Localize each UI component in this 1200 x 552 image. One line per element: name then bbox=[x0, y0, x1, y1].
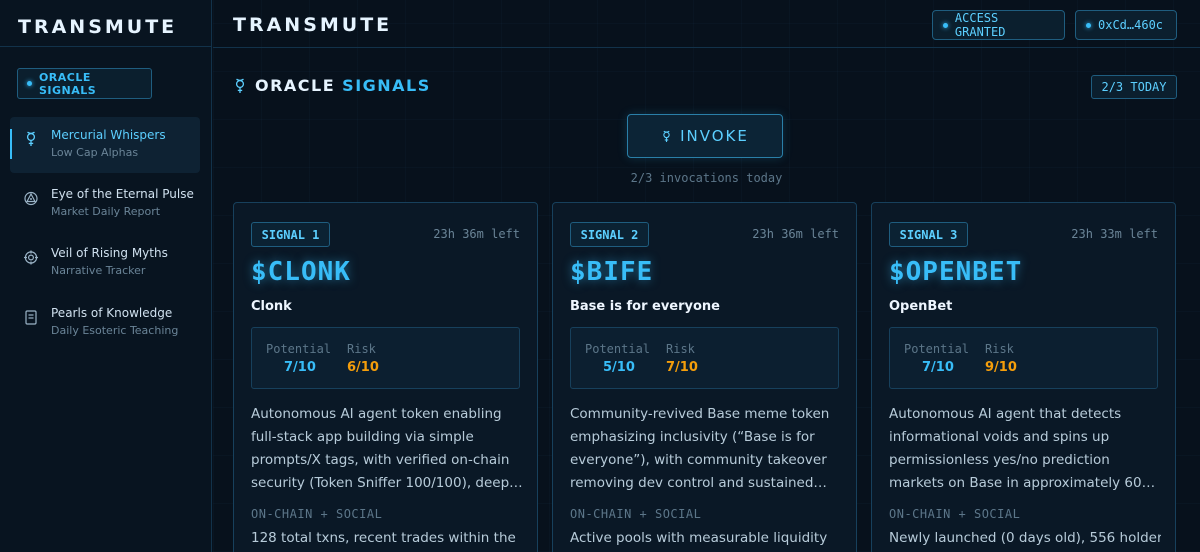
risk-value: 7/10 bbox=[666, 360, 698, 375]
access-granted-badge[interactable]: ACCESS GRANTED bbox=[932, 10, 1065, 40]
risk-label: Risk bbox=[985, 342, 1014, 356]
signal-badge: SIGNAL 2 bbox=[570, 222, 649, 247]
data-source: ON-CHAIN + SOCIAL bbox=[251, 507, 383, 521]
risk-value: 9/10 bbox=[985, 360, 1017, 375]
invoke-button-label: INVOKE bbox=[680, 127, 749, 145]
sidebar-item-veil-of-rising-myths[interactable]: Veil of Rising Myths Narrative Tracker bbox=[10, 235, 200, 291]
potential-label: Potential bbox=[585, 342, 651, 356]
wallet-address: 0xCd…460c bbox=[1098, 18, 1164, 32]
sidebar-item-mercurial-whispers[interactable]: Mercurial Whispers Low Cap Alphas bbox=[10, 117, 200, 173]
potential-label: Potential bbox=[904, 342, 970, 356]
signal-badge: SIGNAL 1 bbox=[251, 222, 330, 247]
data-source: ON-CHAIN + SOCIAL bbox=[570, 507, 702, 521]
potential-label: Potential bbox=[266, 342, 332, 356]
sidebar: TRANSMUTE ORACLE SIGNALS Mercurial Whisp… bbox=[0, 0, 212, 552]
token-name: OpenBet bbox=[889, 299, 953, 314]
time-left: 23h 36m left bbox=[433, 227, 520, 241]
wallet-button[interactable]: 0xCd…460c bbox=[1075, 10, 1177, 40]
signal-card[interactable]: SIGNAL 2 23h 36m left $BIFE Base is for … bbox=[552, 202, 857, 552]
token-description: Community-revived Base meme token emphas… bbox=[570, 406, 830, 491]
token-stats: Active pools with measurable liquidity bbox=[570, 530, 828, 546]
data-source: ON-CHAIN + SOCIAL bbox=[889, 507, 1021, 521]
sidebar-item-eye-of-the-eternal-pulse[interactable]: Eye of the Eternal Pulse Market Daily Re… bbox=[10, 176, 200, 232]
sidebar-logo[interactable]: TRANSMUTE bbox=[18, 16, 177, 38]
time-left: 23h 36m left bbox=[752, 227, 839, 241]
token-stats: Newly launched (0 days old), 556 holders… bbox=[889, 530, 1161, 546]
section-header: ORACLE SIGNALS bbox=[233, 76, 431, 95]
mercury-icon bbox=[26, 131, 36, 146]
sidebar-item-subtitle: Narrative Tracker bbox=[51, 264, 146, 277]
today-count-badge: 2/3 TODAY bbox=[1091, 75, 1177, 99]
access-granted-label: ACCESS GRANTED bbox=[954, 11, 1006, 39]
time-left: 23h 33m left bbox=[1071, 227, 1158, 241]
sidebar-item-subtitle: Market Daily Report bbox=[51, 205, 161, 218]
potential-value: 7/10 bbox=[284, 360, 316, 375]
sidebar-item-title: Eye of the Eternal Pulse bbox=[51, 187, 194, 201]
sidebar-item-title: Veil of Rising Myths bbox=[51, 246, 168, 260]
signal-card[interactable]: SIGNAL 3 23h 33m left $OPENBET OpenBet P… bbox=[871, 202, 1176, 552]
token-ticker: $CLONK bbox=[251, 257, 351, 287]
header-divider bbox=[213, 47, 1200, 48]
invoke-button[interactable]: INVOKE bbox=[627, 114, 783, 158]
section-title-part2: SIGNALS bbox=[342, 76, 431, 95]
mercury-icon bbox=[663, 130, 670, 142]
main-content: TRANSMUTE ACCESS GRANTED 0xCd…460c ORACL… bbox=[213, 0, 1200, 552]
token-name: Clonk bbox=[251, 299, 292, 314]
potential-value: 7/10 bbox=[922, 360, 954, 375]
status-dot-icon bbox=[27, 81, 32, 86]
signal-badge: SIGNAL 3 bbox=[889, 222, 968, 247]
token-ticker: $OPENBET bbox=[889, 257, 1023, 287]
status-dot-icon bbox=[1086, 22, 1091, 28]
mercury-icon bbox=[235, 78, 245, 93]
sidebar-item-title: Pearls of Knowledge bbox=[51, 306, 173, 320]
token-stats: 128 total txns, recent trades within the bbox=[251, 530, 516, 546]
oracle-signals-badge-label: ORACLE SIGNALS bbox=[38, 70, 97, 97]
token-description: Autonomous AI agent that detects informa… bbox=[889, 406, 1156, 491]
sidebar-item-subtitle: Daily Esoteric Teaching bbox=[51, 324, 179, 337]
sidebar-divider bbox=[0, 46, 212, 47]
scroll-icon bbox=[25, 310, 37, 325]
eye-triangle-icon bbox=[24, 191, 38, 206]
risk-label: Risk bbox=[666, 342, 695, 356]
target-icon bbox=[24, 250, 38, 265]
sidebar-item-subtitle: Low Cap Alphas bbox=[51, 146, 139, 159]
token-name: Base is for everyone bbox=[570, 299, 721, 314]
page-title: TRANSMUTE bbox=[233, 14, 393, 36]
oracle-signals-badge[interactable]: ORACLE SIGNALS bbox=[17, 68, 152, 99]
token-description: Autonomous AI agent token enabling full-… bbox=[251, 406, 510, 491]
metrics-box: Potential Risk 5/10 7/10 bbox=[570, 327, 839, 389]
sidebar-item-title: Mercurial Whispers bbox=[51, 128, 166, 142]
sidebar-item-pearls-of-knowledge[interactable]: Pearls of Knowledge Daily Esoteric Teach… bbox=[10, 295, 200, 351]
invocations-note: 2/3 invocations today bbox=[630, 171, 783, 185]
risk-label: Risk bbox=[347, 342, 376, 356]
section-title-part1: ORACLE bbox=[255, 76, 336, 95]
risk-value: 6/10 bbox=[347, 360, 379, 375]
metrics-box: Potential Risk 7/10 6/10 bbox=[251, 327, 520, 389]
signal-card[interactable]: SIGNAL 1 23h 36m left $CLONK Clonk Poten… bbox=[233, 202, 538, 552]
status-dot-icon bbox=[943, 22, 948, 28]
token-ticker: $BIFE bbox=[570, 257, 654, 287]
metrics-box: Potential Risk 7/10 9/10 bbox=[889, 327, 1158, 389]
potential-value: 5/10 bbox=[603, 360, 635, 375]
